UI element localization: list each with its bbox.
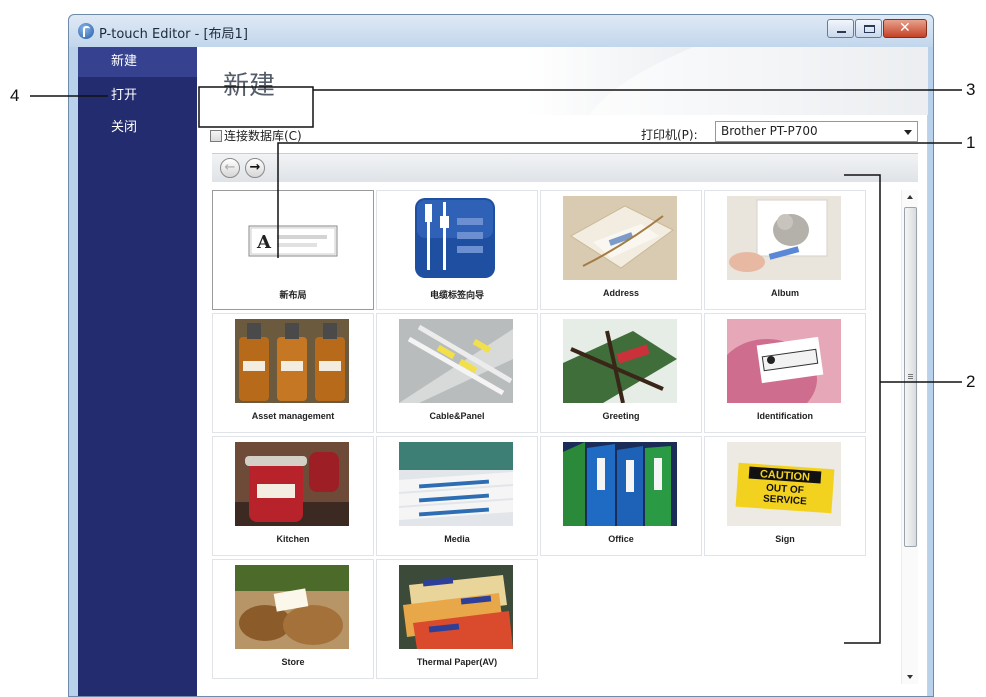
grip-icon xyxy=(908,374,913,375)
template-tile-sign[interactable]: CAUTION OUT OF SERVICE Sign xyxy=(704,436,866,556)
album-thumbnail xyxy=(727,196,841,280)
template-tile-kitchen[interactable]: Kitchen xyxy=(212,436,374,556)
template-label: Sign xyxy=(775,534,795,544)
sign-thumbnail: CAUTION OUT OF SERVICE xyxy=(727,442,841,526)
callout-4: 4 xyxy=(10,86,20,105)
template-tile-thermal-paper[interactable]: Thermal Paper(AV) xyxy=(376,559,538,679)
greeting-thumbnail xyxy=(563,319,677,403)
printer-label: 打印机(P): xyxy=(641,128,698,142)
printer-select[interactable]: Brother PT-P700 xyxy=(715,121,918,142)
template-label: Cable&Panel xyxy=(429,411,485,421)
dropdown-arrow-icon xyxy=(904,130,912,135)
template-tile-office[interactable]: Office xyxy=(540,436,702,556)
media-thumbnail xyxy=(399,442,513,526)
template-label: Media xyxy=(444,534,470,544)
store-thumbnail xyxy=(235,565,349,649)
minimize-button[interactable] xyxy=(827,19,854,38)
template-label: 电缆标签向导 xyxy=(429,290,484,300)
maximize-button[interactable] xyxy=(855,19,882,38)
template-tile-cable-wizard[interactable]: 电缆标签向导 xyxy=(376,190,538,310)
template-tile-media[interactable]: Media xyxy=(376,436,538,556)
template-label: Office xyxy=(608,534,634,544)
template-label: Identification xyxy=(757,411,813,421)
template-label: Greeting xyxy=(602,411,640,421)
maximize-icon xyxy=(864,25,875,33)
close-icon: ✕ xyxy=(899,20,911,36)
forward-arrow-icon[interactable]: → xyxy=(245,158,265,178)
scroll-thumb[interactable] xyxy=(904,207,917,547)
template-label: Kitchen xyxy=(276,534,310,544)
template-label: Address xyxy=(602,288,639,298)
template-label: Asset management xyxy=(251,411,335,421)
page-title: 新建 xyxy=(223,71,276,101)
template-tile-greeting[interactable]: Greeting xyxy=(540,313,702,433)
callout-2: 2 xyxy=(966,372,976,391)
template-tile-cable-panel[interactable]: Cable&Panel xyxy=(376,313,538,433)
navigation-bar: ← → xyxy=(212,153,918,182)
template-label: Store xyxy=(281,657,305,667)
new-layout-thumbnail: A xyxy=(235,196,349,280)
printer-select-value: Brother PT-P700 xyxy=(721,124,818,138)
sidebar: 新建 打开 关闭 xyxy=(78,47,197,696)
letter-a-icon: A xyxy=(256,232,272,253)
office-thumbnail xyxy=(563,442,677,526)
minimize-icon xyxy=(837,31,846,33)
sidebar-item-new[interactable]: 新建 xyxy=(78,47,197,77)
scroll-down-arrow-icon[interactable] xyxy=(907,675,913,679)
app-window: P-touch Editor - [布局1] ✕ 新建 打开 关闭 新建 连接数… xyxy=(68,14,934,697)
back-arrow-icon[interactable]: ← xyxy=(220,158,240,178)
main-content: 新建 连接数据库(C) 打印机(P): Brother PT-P700 ← → … xyxy=(197,47,928,696)
template-label: Thermal Paper(AV) xyxy=(416,657,498,667)
template-tile-new-layout[interactable]: A 新布局 xyxy=(212,190,374,310)
vertical-scrollbar[interactable] xyxy=(901,190,918,684)
window-controls: ✕ xyxy=(826,19,927,38)
template-tile-identification[interactable]: Identification xyxy=(704,313,866,433)
identification-thumbnail xyxy=(727,319,841,403)
header-banner xyxy=(197,47,928,115)
template-tile-address[interactable]: Address xyxy=(540,190,702,310)
template-tile-store[interactable]: Store xyxy=(212,559,374,679)
template-tile-asset-management[interactable]: Asset management xyxy=(212,313,374,433)
p-touch-app-icon xyxy=(78,23,94,39)
thermal-paper-thumbnail xyxy=(399,565,513,649)
template-label: 新布局 xyxy=(279,290,307,300)
callout-1: 1 xyxy=(966,133,976,152)
template-label: Album xyxy=(771,288,799,298)
callout-3: 3 xyxy=(966,80,976,99)
connect-database-checkbox[interactable]: 连接数据库(C) xyxy=(210,127,302,144)
kitchen-thumbnail xyxy=(235,442,349,526)
title-bar[interactable]: P-touch Editor - [布局1] ✕ xyxy=(69,15,933,47)
template-grid: A 新布局 电缆标签向导 Address Album Asset managem… xyxy=(212,190,878,684)
sidebar-item-open[interactable]: 打开 xyxy=(78,81,197,111)
checkbox-box[interactable] xyxy=(210,130,222,142)
address-thumbnail xyxy=(563,196,677,280)
window-title: P-touch Editor - [布局1] xyxy=(99,27,248,42)
template-tile-album[interactable]: Album xyxy=(704,190,866,310)
sidebar-item-close[interactable]: 关闭 xyxy=(78,113,197,143)
cable-panel-thumbnail xyxy=(399,319,513,403)
scroll-up-arrow-icon[interactable] xyxy=(907,195,913,199)
close-button[interactable]: ✕ xyxy=(883,19,927,38)
connect-database-label: 连接数据库(C) xyxy=(224,129,302,143)
asset-management-thumbnail xyxy=(235,319,349,403)
cable-wizard-thumbnail xyxy=(399,196,513,280)
